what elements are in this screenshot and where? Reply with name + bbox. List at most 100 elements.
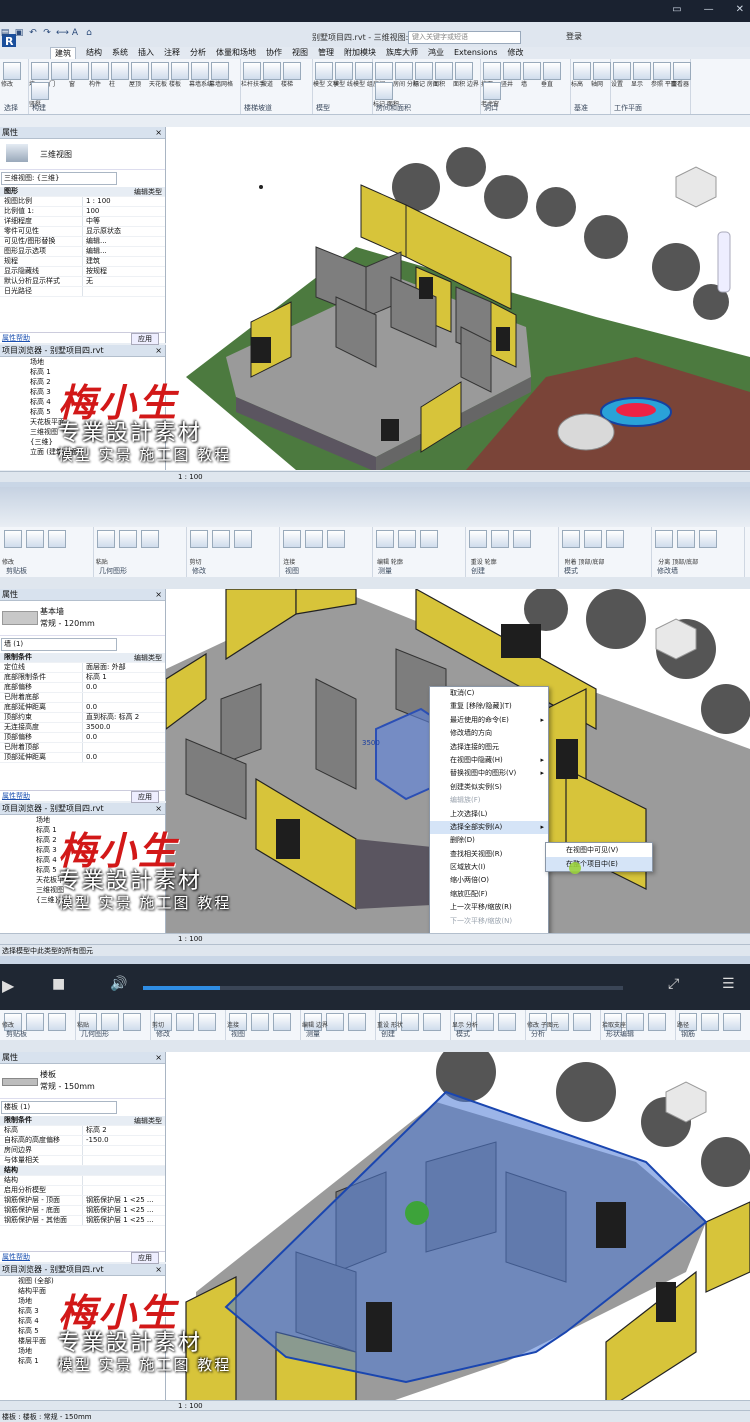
browser-item[interactable]: 场地 xyxy=(36,815,165,825)
apply-button[interactable]: 应用 xyxy=(131,1252,159,1264)
ribbon-tab-2[interactable]: 系统 xyxy=(112,47,128,59)
ribbon-button-icon[interactable] xyxy=(584,530,602,548)
browser-item[interactable]: 标高 2 xyxy=(36,835,165,845)
ribbon-button-icon[interactable] xyxy=(503,62,521,80)
property-value[interactable]: 显示原状态 xyxy=(82,227,165,236)
browser-item[interactable]: 三维视图 xyxy=(30,427,165,437)
ribbon-button-icon[interactable] xyxy=(91,62,109,80)
browser-item[interactable]: {三维} xyxy=(36,895,165,905)
browser-item[interactable]: 视图 (全部) xyxy=(18,1276,165,1286)
property-value[interactable] xyxy=(82,743,165,752)
ribbon-tab-14[interactable]: 修改 xyxy=(507,47,523,59)
ribbon-tab-6[interactable]: 体量和场地 xyxy=(216,47,256,59)
ribbon-button-icon[interactable] xyxy=(26,530,44,548)
ribbon-button-icon[interactable] xyxy=(653,62,671,80)
property-value[interactable] xyxy=(82,1156,165,1165)
ribbon-button-icon[interactable] xyxy=(51,62,69,80)
property-value[interactable]: 钢筋保护层 1 <25 ... xyxy=(82,1216,165,1225)
ribbon-button-icon[interactable] xyxy=(26,1013,44,1031)
ribbon-button-icon[interactable] xyxy=(119,530,137,548)
ribbon-button-icon[interactable] xyxy=(513,530,531,548)
context-menu-item[interactable]: 缩放匹配(F) xyxy=(430,888,548,901)
browser-item[interactable]: 标高 4 xyxy=(36,855,165,865)
property-value[interactable]: 钢筋保护层 1 <25 ... xyxy=(82,1206,165,1215)
ribbon-tab-0[interactable]: 建筑 xyxy=(50,47,76,59)
ribbon-button-icon[interactable] xyxy=(613,62,631,80)
ribbon-button-icon[interactable] xyxy=(355,62,373,80)
property-value[interactable]: 无 xyxy=(82,277,165,286)
ribbon-button-icon[interactable] xyxy=(4,530,22,548)
ribbon-tab-12[interactable]: 鸿业 xyxy=(428,47,444,59)
apply-button[interactable]: 应用 xyxy=(131,333,159,345)
ribbon-button-icon[interactable] xyxy=(327,530,345,548)
ribbon-button-icon[interactable] xyxy=(3,62,21,80)
view-scale[interactable]: 1 : 100 xyxy=(0,1402,203,1410)
ribbon-button-icon[interactable] xyxy=(523,62,541,80)
close-icon[interactable]: × xyxy=(155,1264,162,1275)
context-menu-item[interactable]: 替换视图中的图形(V) ▸ xyxy=(430,767,548,780)
open-icon[interactable]: ▤ xyxy=(0,28,10,38)
ribbon-button-icon[interactable] xyxy=(633,62,651,80)
browser-item[interactable]: 标高 4 xyxy=(30,397,165,407)
view-scale[interactable]: 1 : 100 xyxy=(0,935,203,943)
close-icon[interactable]: × xyxy=(155,127,162,138)
type-selector[interactable]: 基本墙 常规 - 120mm xyxy=(0,601,165,636)
window-icon[interactable]: ▭ xyxy=(672,4,681,15)
property-value[interactable] xyxy=(82,287,165,296)
ribbon-button-icon[interactable] xyxy=(48,1013,66,1031)
ribbon-button-icon[interactable] xyxy=(476,1013,494,1031)
edit-type-button[interactable]: 编辑类型 xyxy=(134,653,162,663)
ribbon-button-icon[interactable] xyxy=(469,530,487,548)
browser-item[interactable]: 三维视图 xyxy=(36,885,165,895)
property-value[interactable] xyxy=(82,1146,165,1155)
property-value[interactable]: 钢筋保护层 1 <25 ... xyxy=(82,1196,165,1205)
close-icon[interactable]: × xyxy=(155,803,162,814)
browser-item[interactable]: 标高 2 xyxy=(30,377,165,387)
browser-item[interactable]: 标高 5 xyxy=(36,865,165,875)
ribbon-button-icon[interactable] xyxy=(191,62,209,80)
ribbon-button-icon[interactable] xyxy=(573,62,591,80)
ribbon-button-icon[interactable] xyxy=(435,62,453,80)
ribbon-button-icon[interactable] xyxy=(593,62,611,80)
minimize-icon[interactable]: — xyxy=(704,4,714,15)
ribbon-button-icon[interactable] xyxy=(677,530,695,548)
ribbon-button-icon[interactable] xyxy=(562,530,580,548)
browser-item[interactable]: 场地 xyxy=(18,1296,165,1306)
properties-help-link[interactable]: 属性帮助 xyxy=(0,792,30,800)
ribbon-button-icon[interactable] xyxy=(131,62,149,80)
browser-item[interactable]: 结构平面 xyxy=(18,1286,165,1296)
browser-item[interactable]: 标高 5 xyxy=(18,1326,165,1336)
volume-icon[interactable]: 🔊 xyxy=(110,976,127,992)
ribbon-button-icon[interactable] xyxy=(212,530,230,548)
property-value[interactable]: 0.0 xyxy=(82,753,165,762)
close-icon[interactable]: ✕ xyxy=(736,4,744,15)
stop-icon[interactable]: ■ xyxy=(52,976,65,992)
login-button[interactable]: 登录 xyxy=(566,31,582,42)
ribbon-button-icon[interactable] xyxy=(375,62,393,80)
ribbon-button-icon[interactable] xyxy=(315,62,333,80)
ribbon-button-icon[interactable] xyxy=(375,82,393,100)
property-value[interactable]: 1 : 100 xyxy=(82,197,165,206)
property-value[interactable]: -150.0 xyxy=(82,1136,165,1145)
submenu-item[interactable]: 在视图中可见(V) xyxy=(546,843,652,857)
ribbon-button-icon[interactable] xyxy=(97,530,115,548)
property-value[interactable]: 0.0 xyxy=(82,733,165,742)
property-value[interactable] xyxy=(82,1176,165,1185)
context-menu-item[interactable]: 重复 [移除/隐藏](T) xyxy=(430,700,548,713)
ribbon-button-icon[interactable] xyxy=(283,530,301,548)
ribbon-button-icon[interactable] xyxy=(673,62,691,80)
instance-selector[interactable]: 墙 (1) xyxy=(1,638,117,651)
ribbon-button-icon[interactable] xyxy=(263,62,281,80)
search-input[interactable]: 键入关键字或短语 xyxy=(408,31,521,44)
context-menu-item[interactable]: 区域放大(I) xyxy=(430,861,548,874)
property-value[interactable] xyxy=(82,1186,165,1195)
redo-icon[interactable]: ↷ xyxy=(42,28,52,38)
property-value[interactable]: 标高 2 xyxy=(82,1126,165,1135)
browser-item[interactable]: 标高 1 xyxy=(30,367,165,377)
ribbon-button-icon[interactable] xyxy=(31,82,49,100)
property-value[interactable]: 编辑... xyxy=(82,247,165,256)
browser-item[interactable]: {三维} xyxy=(30,437,165,447)
close-icon[interactable]: × xyxy=(155,345,162,356)
property-value[interactable]: 100 xyxy=(82,207,165,216)
ribbon-button-icon[interactable] xyxy=(190,530,208,548)
